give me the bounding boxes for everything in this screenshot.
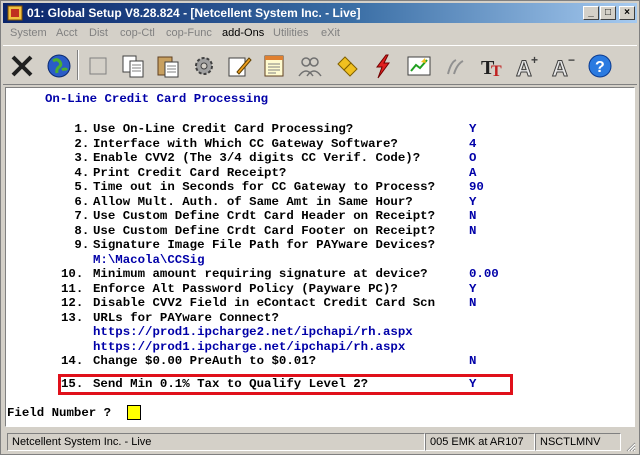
font-icon[interactable]: TT: [474, 49, 507, 82]
item-label: Use Custom Define Crdt Card Footer on Re…: [93, 223, 436, 238]
terminal-screen[interactable]: On-Line Credit Card Processing 1. Use On…: [5, 87, 635, 427]
item-number: 14.: [61, 354, 84, 368]
item-value: O: [469, 151, 477, 165]
item-number: 12.: [61, 296, 84, 310]
chart-icon[interactable]: [402, 49, 435, 82]
item-number: 1.: [67, 122, 90, 136]
menu-exit[interactable]: eXit: [321, 27, 340, 39]
link-icon[interactable]: [330, 49, 363, 82]
paste-icon[interactable]: [151, 49, 184, 82]
item-value: N: [469, 296, 477, 310]
item-number: 9.: [67, 238, 90, 252]
blank-icon[interactable]: [81, 49, 114, 82]
svg-text:+: +: [531, 53, 538, 67]
notes-icon[interactable]: [257, 49, 290, 82]
item-label: Interface with Which CC Gateway Software…: [93, 136, 398, 151]
maximize-button[interactable]: □: [600, 6, 616, 20]
field-number-prompt: Field Number ?: [7, 406, 112, 420]
item-number: 2.: [67, 136, 90, 151]
font-larger-icon[interactable]: A +: [510, 49, 543, 82]
window-title: 01: Global Setup V8.28.824 - [Netcellent…: [27, 6, 361, 20]
item-value: N: [469, 209, 477, 223]
item-value: Y: [469, 281, 477, 296]
help-icon[interactable]: ?: [583, 49, 616, 82]
item-value: 0.00: [469, 267, 499, 281]
item-number: 5.: [67, 180, 90, 194]
status-machine: NSCTLMNV: [535, 433, 621, 451]
settings-icon[interactable]: [187, 49, 220, 82]
svg-text:A: A: [516, 56, 532, 80]
item-number: 7.: [67, 209, 90, 223]
menu-bar: System Acct Dist cop-Ctl cop-Func add-On…: [3, 25, 637, 43]
item-value: Y: [469, 194, 477, 209]
item-value: 90: [469, 180, 484, 194]
title-bar[interactable]: 01: Global Setup V8.28.824 - [Netcellent…: [3, 3, 637, 23]
toolbar-separator: [77, 50, 79, 80]
item-number: 6.: [67, 194, 90, 209]
menu-dist[interactable]: Dist: [89, 27, 108, 39]
highlight-annotation: [58, 374, 513, 395]
minimize-button[interactable]: _: [583, 6, 599, 20]
menu-cop-func[interactable]: cop-Func: [166, 27, 212, 39]
item-number: 3.: [67, 151, 90, 165]
item-value: A: [469, 165, 477, 180]
status-company: Netcellent System Inc. - Live: [7, 433, 425, 451]
item-number: 10.: [61, 267, 84, 281]
item-label: Time out in Seconds for CC Gateway to Pr…: [93, 180, 436, 194]
item-label: Disable CVV2 Field in eContact Credit Ca…: [93, 296, 436, 310]
item-label: Print Credit Card Receipt?: [93, 165, 287, 180]
item-label: Use On-Line Credit Card Processing?: [93, 122, 354, 136]
item-label: Minimum amount requiring signature at de…: [93, 267, 428, 281]
menu-add-ons[interactable]: add-Ons: [222, 27, 264, 39]
svg-text:A: A: [552, 56, 568, 80]
item-number: 8.: [67, 223, 90, 238]
menu-acct[interactable]: Acct: [56, 27, 77, 39]
item-value: N: [469, 354, 477, 368]
field-number-input[interactable]: [127, 405, 141, 420]
close-button[interactable]: ×: [619, 6, 635, 20]
globe-icon[interactable]: [42, 49, 75, 82]
item-label: Allow Mult. Auth. of Same Amt in Same Ho…: [93, 194, 413, 209]
item-label: Enforce Alt Password Policy (Payware PC)…: [93, 281, 398, 296]
item-label: Enable CVV2 (The 3/4 digits CC Verif. Co…: [93, 151, 421, 165]
svg-text:−: −: [568, 53, 575, 67]
lightning-icon[interactable]: [366, 49, 399, 82]
item-label: Signature Image File Path for PAYware De…: [93, 238, 436, 252]
menu-system[interactable]: System: [10, 27, 47, 39]
copy-icon[interactable]: [116, 49, 149, 82]
application-window: 01: Global Setup V8.28.824 - [Netcellent…: [0, 0, 640, 455]
item-value: 4: [469, 136, 477, 151]
item-number: 11.: [61, 281, 84, 296]
app-icon: [7, 5, 23, 21]
status-bar: Netcellent System Inc. - Live 005 EMK at…: [3, 431, 637, 453]
item-label: URLs for PAYware Connect?: [93, 310, 279, 325]
svg-text:?: ?: [595, 59, 605, 76]
item-value: Y: [469, 122, 477, 136]
item-value: https://prod1.ipcharge2.net/ipchapi/rh.a…: [93, 325, 413, 339]
font-smaller-icon[interactable]: A −: [546, 49, 579, 82]
script-icon[interactable]: [438, 49, 471, 82]
menu-utilities[interactable]: Utilities: [273, 27, 308, 39]
item-value: M:\Macola\CCSig: [93, 252, 205, 267]
item-value: N: [469, 223, 477, 238]
item-value-secondary: https://prod1.ipcharge.net/ipchapi/rh.as…: [93, 339, 406, 354]
edit-icon[interactable]: [222, 49, 255, 82]
item-number: 13.: [61, 310, 84, 325]
svg-text:T: T: [491, 63, 502, 80]
item-label: Use Custom Define Crdt Card Header on Re…: [93, 209, 436, 223]
item-label: Change $0.00 PreAuth to $0.01?: [93, 354, 317, 368]
menu-cop-ctl[interactable]: cop-Ctl: [120, 27, 155, 39]
status-session: 005 EMK at AR107: [425, 433, 535, 451]
item-number: 4.: [67, 165, 90, 180]
screen-heading: On-Line Credit Card Processing: [45, 92, 269, 106]
users-icon[interactable]: [293, 49, 326, 82]
resize-grip-icon[interactable]: [624, 440, 636, 452]
close-x-icon[interactable]: [5, 49, 38, 82]
toolbar: TT A + A − ?: [3, 45, 637, 85]
